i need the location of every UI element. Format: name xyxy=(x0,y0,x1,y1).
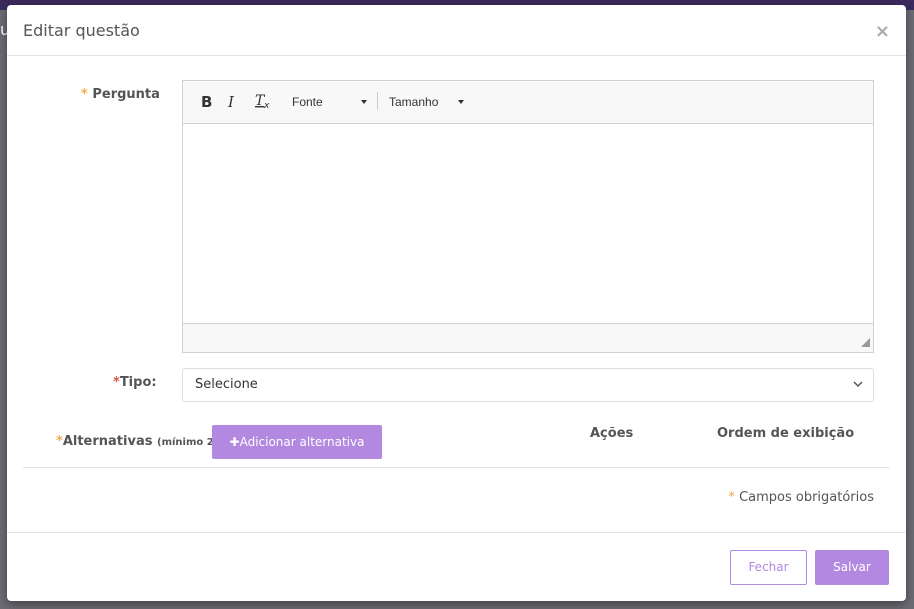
resize-handle-icon[interactable] xyxy=(861,338,870,347)
close-button[interactable]: Fechar xyxy=(730,550,807,585)
alternativas-label: *Alternativas (mínimo 2) xyxy=(56,434,218,449)
clear-format-icon: T x xyxy=(255,93,270,111)
toolbar-separator xyxy=(377,92,378,110)
modal-title: Editar questão xyxy=(23,21,140,40)
italic-button[interactable]: I xyxy=(228,93,234,111)
required-mark: * xyxy=(56,434,63,449)
required-mark: * xyxy=(81,87,88,102)
bold-button[interactable]: B xyxy=(201,93,212,111)
column-header-acoes: Ações xyxy=(590,426,634,441)
save-button[interactable]: Salvar xyxy=(815,550,889,585)
required-mark: * xyxy=(728,490,735,505)
question-rich-text-editor: B I T x Fonte Tamanho xyxy=(182,80,874,353)
font-combo[interactable]: Fonte xyxy=(292,95,323,109)
clear-format-button[interactable]: T x xyxy=(255,93,271,113)
editor-content-area[interactable] xyxy=(183,124,873,324)
alternativas-hint: (mínimo 2) xyxy=(157,437,219,448)
pergunta-label: * Pergunta xyxy=(81,87,160,102)
font-combo-arrow-icon[interactable] xyxy=(361,100,367,104)
svg-text:x: x xyxy=(263,101,270,109)
editor-status-bar xyxy=(183,323,873,352)
modal-header: Editar questão × xyxy=(7,5,906,56)
editor-toolbar: B I T x Fonte Tamanho xyxy=(183,81,873,124)
tipo-select-value: Selecione xyxy=(195,377,258,392)
edit-question-modal: Editar questão × * Pergunta B I T x Font… xyxy=(7,5,906,601)
size-combo[interactable]: Tamanho xyxy=(389,95,438,109)
add-alternative-button[interactable]: ✚Adicionar alternativa xyxy=(212,425,382,459)
tipo-select[interactable]: Selecione xyxy=(182,368,874,402)
tipo-label: *Tipo: xyxy=(113,375,157,390)
required-mark: * xyxy=(113,375,120,390)
divider xyxy=(23,467,890,468)
close-icon[interactable]: × xyxy=(875,23,890,41)
modal-footer: Fechar Salvar xyxy=(7,532,906,601)
column-header-ordem: Ordem de exibição xyxy=(717,426,855,441)
pergunta-label-text: Pergunta xyxy=(92,87,160,102)
chevron-down-icon xyxy=(853,378,863,391)
size-combo-arrow-icon[interactable] xyxy=(458,100,464,104)
alternativas-label-text: Alternativas xyxy=(62,434,153,449)
tipo-label-text: Tipo: xyxy=(119,375,157,390)
required-note-text: Campos obrigatórios xyxy=(739,490,874,505)
required-fields-note: * Campos obrigatórios xyxy=(728,490,874,505)
